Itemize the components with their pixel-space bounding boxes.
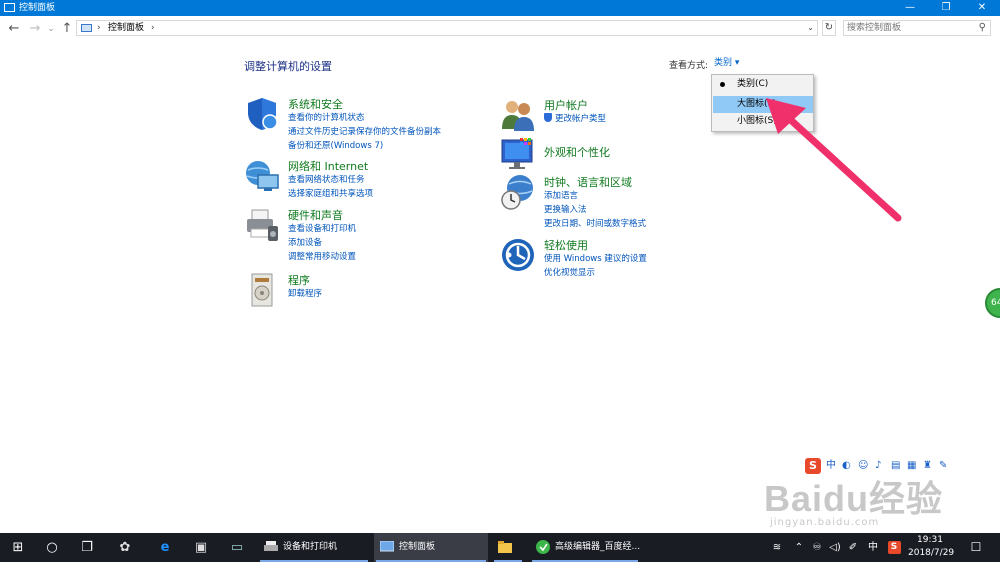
task-baidu-editor[interactable]: 高级编辑器_百度经... — [530, 533, 640, 562]
minimize-button[interactable]: — — [892, 0, 928, 16]
programs-icon[interactable] — [244, 272, 280, 308]
sogou-tray-icon[interactable]: S — [886, 533, 902, 562]
category-title[interactable]: 用户帐户 — [544, 97, 588, 113]
category-title[interactable]: 硬件和声音 — [288, 207, 343, 223]
breadcrumb-separator-icon[interactable]: › — [151, 21, 155, 35]
users-icon[interactable] — [500, 97, 536, 133]
watermark-title: Baidu经验 — [764, 478, 944, 519]
computer-app-icon[interactable]: ▭ — [222, 533, 252, 562]
clock-globe-icon[interactable] — [500, 174, 536, 210]
chevron-down-icon[interactable]: ▾ — [735, 58, 740, 68]
page-title: 调整计算机的设置 — [244, 60, 332, 73]
folder-icon — [498, 541, 512, 553]
task-devices-printers[interactable]: 设备和打印机 — [258, 533, 370, 562]
view-by-dropdown[interactable]: 类别 ▾ — [714, 56, 739, 70]
back-button[interactable]: ← — [6, 20, 22, 38]
link-mobility-settings[interactable]: 调整常用移动设置 — [288, 250, 356, 264]
search-box[interactable]: ⚲ — [843, 20, 991, 36]
window-title: 控制面板 — [19, 3, 56, 13]
shield-icon[interactable] — [244, 96, 280, 132]
link-devices-printers[interactable]: 查看设备和打印机 — [288, 222, 356, 236]
link-recommended-settings[interactable]: 使用 Windows 建议的设置 — [544, 252, 647, 266]
wifi-icon[interactable]: ≋ — [770, 533, 784, 562]
browser-icon — [536, 540, 550, 554]
control-panel-icon — [380, 541, 394, 552]
category-title[interactable]: 轻松使用 — [544, 237, 588, 253]
input-language-indicator[interactable]: 中 — [866, 533, 880, 562]
category-title[interactable]: 网络和 Internet — [288, 158, 368, 174]
control-panel-icon — [4, 3, 15, 12]
ease-of-access-icon[interactable] — [500, 237, 536, 273]
link-add-language[interactable]: 添加语言 — [544, 189, 646, 203]
recent-locations-button[interactable]: ⌄ — [43, 20, 59, 38]
category-title[interactable]: 程序 — [288, 272, 310, 288]
link-network-status[interactable]: 查看网络状态和任务 — [288, 173, 373, 187]
category-title[interactable]: 时钟、语言和区域 — [544, 174, 632, 190]
watermark-url: jingyan.baidu.com — [770, 517, 880, 528]
taskbar: ⊞ ○ ❐ ✿ e ▣ ▭ 设备和打印机 控制面板 高级编辑器_百度经... ≋… — [0, 533, 1000, 562]
address-dropdown-icon[interactable]: ⌄ — [807, 21, 814, 35]
link-add-device[interactable]: 添加设备 — [288, 236, 356, 250]
menu-item-category[interactable]: 类别(C) — [713, 76, 813, 93]
link-optimize-visual-display[interactable]: 优化视觉显示 — [544, 266, 647, 280]
task-control-panel[interactable]: 控制面板 — [374, 533, 488, 562]
link-file-history[interactable]: 通过文件历史记录保存你的文件备份副本 — [288, 125, 441, 139]
forward-button[interactable]: → — [27, 20, 43, 38]
baidu-watermark: Baidu经验 jingyan.baidu.com — [764, 470, 954, 540]
annotation-arrow-icon — [766, 98, 902, 222]
pen-icon[interactable]: ✐ — [846, 533, 860, 562]
appearance-icon[interactable] — [500, 136, 536, 172]
store-icon[interactable]: ▣ — [186, 533, 216, 562]
maximize-button[interactable]: ❐ — [928, 0, 964, 16]
up-button[interactable]: ↑ — [59, 20, 75, 38]
link-homegroup[interactable]: 选择家庭组和共享选项 — [288, 187, 373, 201]
breadcrumb-separator-icon[interactable]: › — [97, 21, 101, 35]
search-icon[interactable]: ⚲ — [979, 21, 986, 35]
category-title[interactable]: 系统和安全 — [288, 96, 343, 112]
close-button[interactable]: ✕ — [964, 0, 1000, 16]
chevron-up-icon[interactable]: ⌃ — [792, 533, 806, 562]
side-widget[interactable]: 64 — [985, 288, 1000, 318]
control-panel-icon — [81, 24, 92, 32]
globe-network-icon[interactable] — [244, 158, 280, 194]
title-bar: 控制面板 — ❐ ✕ — [0, 0, 1000, 16]
view-by-value[interactable]: 类别 — [714, 58, 732, 68]
clock-time: 19:31 — [917, 535, 943, 545]
link-change-date-time-format[interactable]: 更改日期、时间或数字格式 — [544, 217, 646, 231]
link-view-computer-status[interactable]: 查看你的计算机状态 — [288, 111, 441, 125]
edge-browser-icon[interactable]: e — [150, 533, 180, 562]
uac-shield-icon — [544, 113, 552, 122]
refresh-button[interactable]: ↻ — [822, 20, 836, 36]
selected-dot-icon — [720, 82, 725, 87]
task-file-explorer[interactable] — [492, 533, 524, 562]
link-backup-restore[interactable]: 备份和还原(Windows 7) — [288, 139, 441, 153]
sync-icon[interactable]: ♾ — [810, 533, 824, 562]
printer-icon — [264, 541, 278, 551]
link-uninstall-program[interactable]: 卸载程序 — [288, 287, 322, 301]
view-by-label: 查看方式: — [669, 61, 709, 71]
start-button[interactable]: ⊞ — [4, 533, 32, 562]
system-clock[interactable]: 19:31 2018/7/29 — [908, 534, 955, 560]
search-input[interactable] — [847, 22, 971, 34]
category-title[interactable]: 外观和个性化 — [544, 144, 610, 160]
notifications-icon[interactable]: ☐ — [966, 533, 986, 562]
link-change-input-method[interactable]: 更换输入法 — [544, 203, 646, 217]
address-box[interactable]: › 控制面板 › ⌄ — [76, 20, 818, 36]
volume-icon[interactable]: ◁) — [828, 533, 842, 562]
pinwheel-app-icon[interactable]: ✿ — [110, 533, 140, 562]
breadcrumb-control-panel[interactable]: 控制面板 — [108, 21, 144, 35]
clock-date: 2018/7/29 — [908, 548, 955, 558]
printer-icon[interactable] — [244, 207, 280, 243]
task-view-button[interactable]: ❐ — [72, 533, 102, 562]
link-change-account-type[interactable]: 更改帐户类型 — [544, 112, 606, 126]
search-button[interactable]: ○ — [38, 533, 66, 562]
